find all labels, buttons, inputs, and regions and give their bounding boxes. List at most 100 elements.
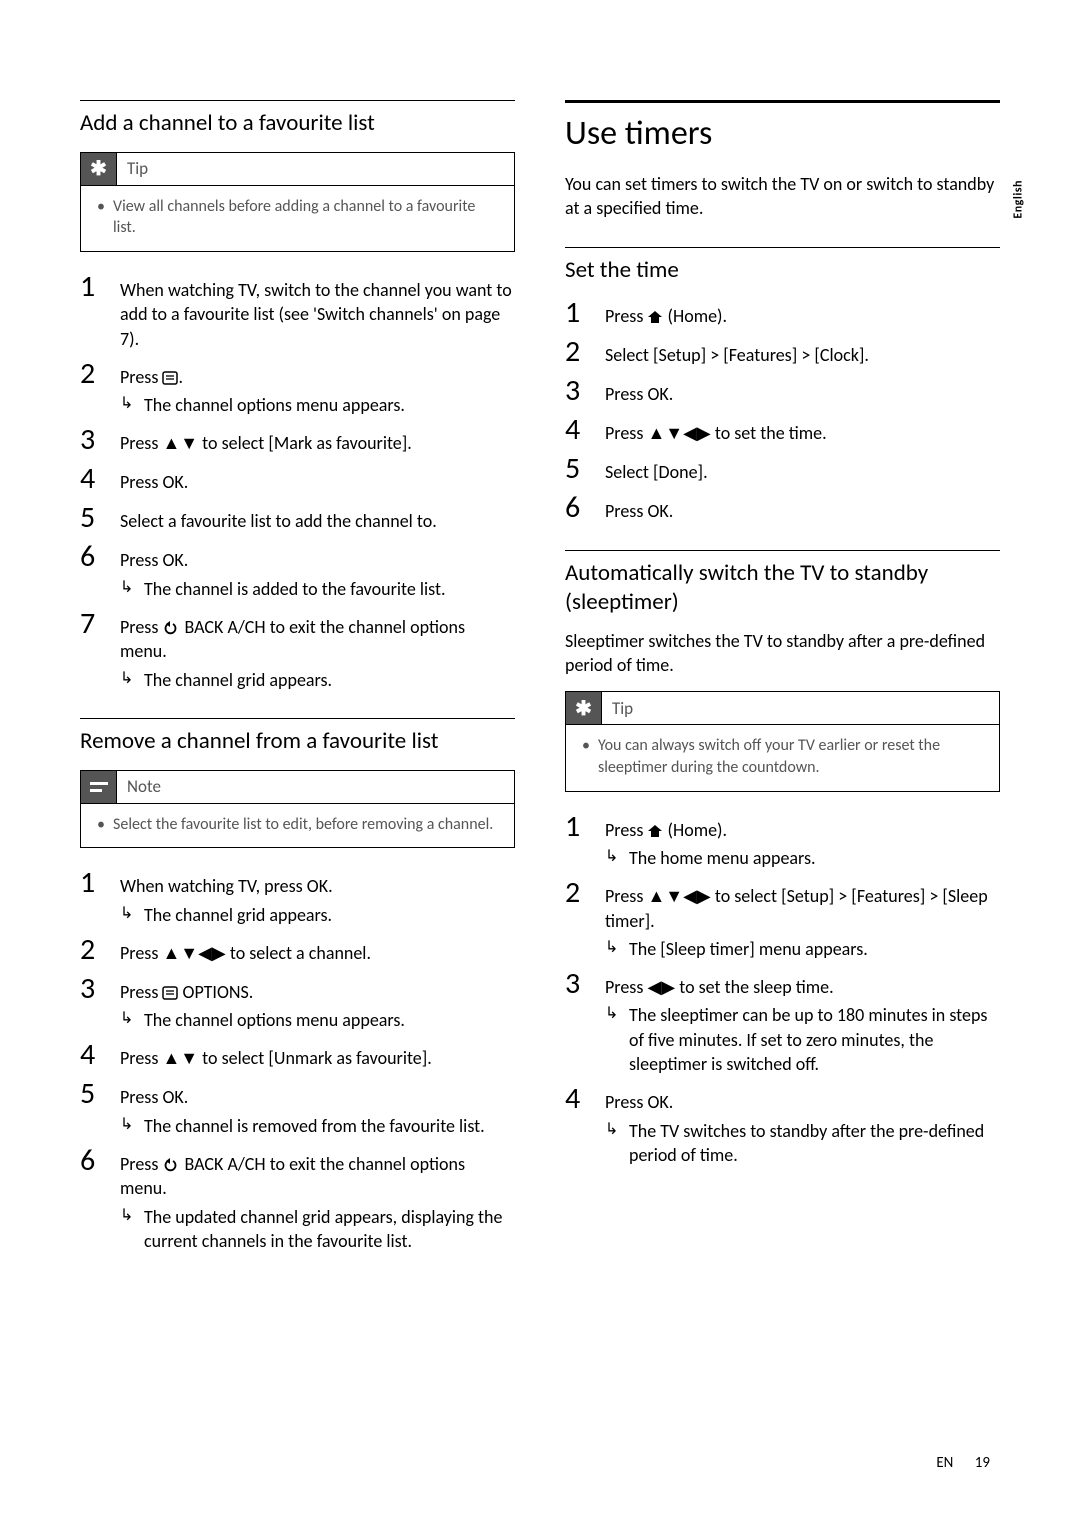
step-bold: Home bbox=[673, 305, 717, 327]
nav-up-down-icon: ▲▼ bbox=[162, 432, 198, 454]
back-icon bbox=[162, 621, 180, 635]
step-number: 3 bbox=[565, 967, 605, 1000]
step-text: to select a channel. bbox=[226, 942, 371, 964]
step-text: . bbox=[669, 383, 674, 405]
note-box-remove: Note •Select the favourite list to edit,… bbox=[80, 770, 515, 849]
result-text: The channel options menu appears. bbox=[144, 1008, 515, 1032]
tip-text: View all channels before adding a channe… bbox=[113, 196, 498, 239]
step-text: . bbox=[184, 471, 189, 493]
result-text: The TV switches to standby after the pre… bbox=[629, 1119, 1000, 1168]
result-arrow-icon: ↳ bbox=[120, 903, 144, 927]
result-arrow-icon: ↳ bbox=[605, 846, 629, 870]
note-icon bbox=[81, 771, 117, 803]
heading-sleeptimer: Automatically switch the TV to standby (… bbox=[565, 550, 1000, 617]
step-text: to select bbox=[198, 432, 268, 454]
step-text: Select bbox=[605, 461, 653, 483]
result-arrow-icon: ↳ bbox=[120, 1114, 144, 1138]
result-text: The channel is added to the favourite li… bbox=[144, 577, 515, 601]
step-text: ). bbox=[717, 305, 727, 327]
language-tab: English bbox=[1012, 180, 1026, 219]
steps-add-favourite: 1 When watching TV, switch to the channe… bbox=[80, 270, 515, 692]
footer-lang: EN bbox=[936, 1454, 953, 1472]
step-text: . bbox=[178, 366, 183, 388]
result-text: The channel grid appears. bbox=[144, 903, 515, 927]
step-number: 3 bbox=[565, 374, 605, 407]
step-number: 2 bbox=[565, 876, 605, 909]
step-text: Press bbox=[605, 1091, 647, 1113]
step-text: to select bbox=[711, 885, 781, 907]
heading-set-time: Set the time bbox=[565, 247, 1000, 285]
step-number: 7 bbox=[80, 607, 120, 640]
step-text: Press bbox=[120, 981, 162, 1003]
home-icon bbox=[647, 824, 663, 838]
step-bold: OK bbox=[647, 383, 668, 405]
step-text: Press bbox=[120, 549, 162, 571]
step-number: 2 bbox=[565, 335, 605, 368]
step-text: . bbox=[427, 1047, 432, 1069]
step-text: When watching TV, press bbox=[120, 875, 307, 897]
step-number: 1 bbox=[80, 866, 120, 899]
step-number: 2 bbox=[80, 933, 120, 966]
step-number: 5 bbox=[80, 501, 120, 534]
step-text: > bbox=[834, 885, 851, 907]
tip-icon: ✱ bbox=[81, 153, 117, 185]
nav-arrows-icon: ▲▼◀▶ bbox=[162, 942, 225, 964]
step-text: When watching TV, switch to the channel … bbox=[120, 279, 512, 350]
step-bold: [Features] bbox=[851, 885, 925, 907]
heading-add-favourite: Add a channel to a favourite list bbox=[80, 100, 515, 138]
step-text: Press bbox=[120, 942, 162, 964]
step-bold: [Mark as favourite] bbox=[268, 432, 407, 454]
nav-arrows-icon: ▲▼◀▶ bbox=[647, 885, 710, 907]
step-text: . bbox=[184, 1086, 189, 1108]
options-icon bbox=[162, 986, 178, 1000]
result-arrow-icon: ↳ bbox=[120, 668, 144, 692]
result-text: The updated channel grid appears, displa… bbox=[144, 1205, 515, 1254]
step-bold: [Done] bbox=[653, 461, 703, 483]
step-text: to set the sleep time. bbox=[675, 976, 834, 998]
result-arrow-icon: ↳ bbox=[605, 1119, 629, 1168]
step-text: . bbox=[328, 875, 333, 897]
result-text: The channel grid appears. bbox=[144, 668, 515, 692]
tip-label: Tip bbox=[117, 154, 158, 183]
nav-arrows-icon: ▲▼◀▶ bbox=[647, 422, 710, 444]
step-number: 5 bbox=[80, 1077, 120, 1110]
page-footer: EN 19 bbox=[936, 1454, 990, 1472]
step-number: 4 bbox=[80, 1038, 120, 1071]
step-number: 1 bbox=[80, 270, 120, 303]
step-number: 2 bbox=[80, 357, 120, 390]
nav-up-down-icon: ▲▼ bbox=[162, 1047, 198, 1069]
step-number: 6 bbox=[80, 540, 120, 573]
step-text: Press bbox=[605, 305, 647, 327]
step-text: . bbox=[669, 1091, 674, 1113]
result-arrow-icon: ↳ bbox=[120, 1008, 144, 1032]
step-text: Press bbox=[120, 366, 162, 388]
result-text: The sleeptimer can be up to 180 minutes … bbox=[629, 1003, 1000, 1076]
result-arrow-icon: ↳ bbox=[120, 393, 144, 417]
step-text: Press bbox=[605, 976, 647, 998]
tip-label: Tip bbox=[602, 694, 643, 723]
step-text: . bbox=[184, 549, 189, 571]
note-text: Select the favourite list to edit, befor… bbox=[113, 814, 493, 836]
steps-sleeptimer: 1 Press (Home). ↳The home menu appears. … bbox=[565, 810, 1000, 1168]
step-text: > bbox=[706, 344, 723, 366]
tip-text: You can always switch off your TV earlie… bbox=[598, 735, 983, 778]
step-text: Press bbox=[605, 885, 647, 907]
tip-icon: ✱ bbox=[566, 692, 602, 724]
step-bold: BACK A/CH bbox=[180, 616, 265, 638]
step-bold: OPTIONS bbox=[178, 981, 248, 1003]
step-text: . bbox=[650, 910, 655, 932]
back-icon bbox=[162, 1158, 180, 1172]
steps-set-time: 1 Press (Home). 2 Select [Setup] > [Feat… bbox=[565, 296, 1000, 524]
sleeptimer-intro: Sleeptimer switches the TV to standby af… bbox=[565, 629, 1000, 678]
result-text: The [Sleep timer] menu appears. bbox=[629, 937, 1000, 961]
tip-box-sleep: ✱ Tip •You can always switch off your TV… bbox=[565, 691, 1000, 791]
result-arrow-icon: ↳ bbox=[120, 577, 144, 601]
step-text: Press bbox=[120, 1153, 162, 1175]
step-text: Press bbox=[605, 819, 647, 841]
step-bold: OK bbox=[647, 1091, 668, 1113]
step-number: 1 bbox=[565, 810, 605, 843]
result-text: The channel options menu appears. bbox=[144, 393, 515, 417]
step-text: > bbox=[797, 344, 814, 366]
result-arrow-icon: ↳ bbox=[605, 937, 629, 961]
timers-intro: You can set timers to switch the TV on o… bbox=[565, 172, 1000, 221]
